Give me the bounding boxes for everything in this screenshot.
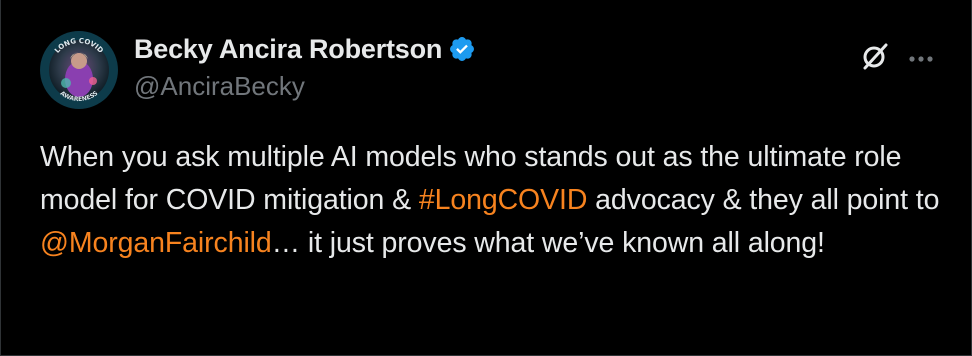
avatar-image: LONG COVID AWARENESS xyxy=(40,31,118,109)
hashtag-link[interactable]: #LongCOVID xyxy=(419,184,588,216)
avatar[interactable]: LONG COVID AWARENESS xyxy=(40,31,118,109)
post-header: LONG COVID AWARENESS Becky Ancira Robert… xyxy=(40,27,951,109)
author-display-name[interactable]: Becky Ancira Robertson xyxy=(134,34,442,65)
name-row: Becky Ancira Robertson xyxy=(134,31,476,67)
post-text: When you ask multiple AI models who stan… xyxy=(40,136,940,265)
mention-link[interactable]: @MorganFairchild xyxy=(40,227,272,259)
post-text-part-2: advocacy & they all point to xyxy=(587,184,940,216)
verified-badge-icon[interactable] xyxy=(448,35,476,63)
more-horizontal-icon[interactable] xyxy=(908,50,934,68)
post-text-part-3: … it just proves what we’ve known all al… xyxy=(271,227,825,259)
post-actions xyxy=(860,41,934,76)
author-handle[interactable]: @AnciraBecky xyxy=(134,71,476,102)
post-card[interactable]: LONG COVID AWARENESS Becky Ancira Robert… xyxy=(0,0,972,356)
author-info: Becky Ancira Robertson @AnciraBecky xyxy=(134,31,476,102)
grok-icon[interactable] xyxy=(860,41,890,76)
